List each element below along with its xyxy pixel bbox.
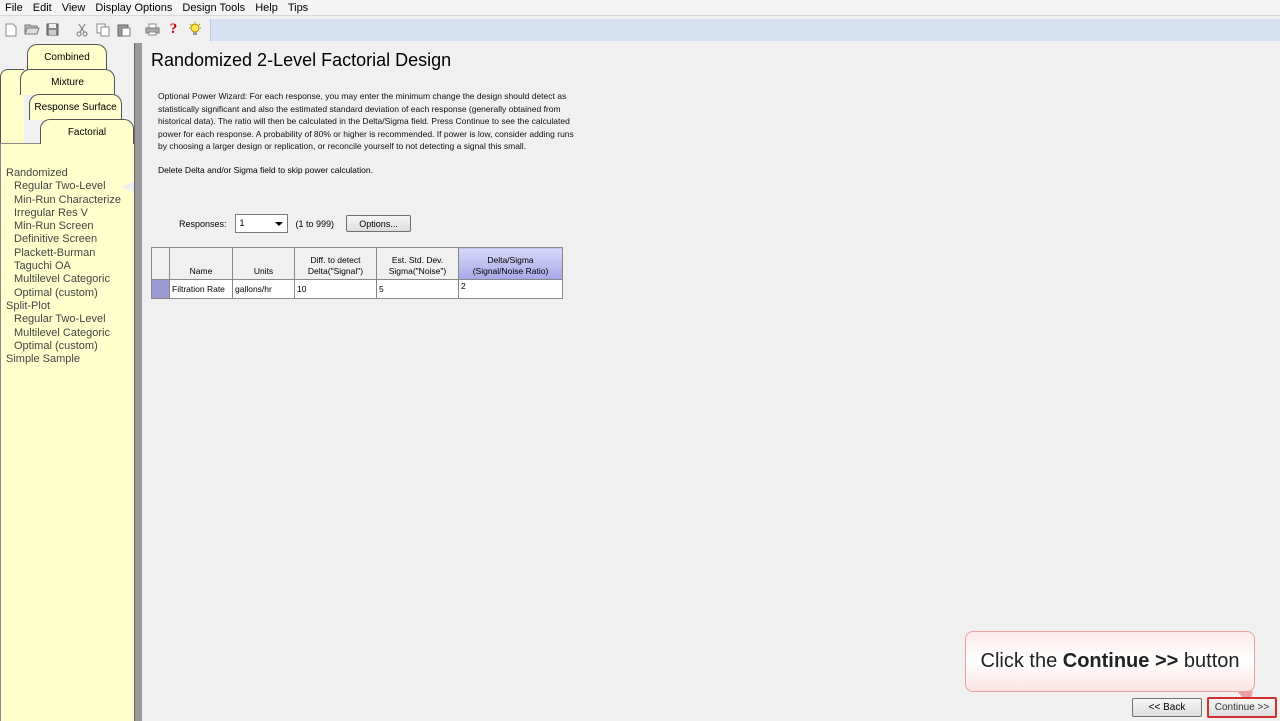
tab-mixture[interactable]: Mixture [20, 69, 115, 95]
page-title: Randomized 2-Level Factorial Design [151, 50, 452, 70]
list-item[interactable]: Regular Two-Level [6, 180, 134, 193]
menu-tips[interactable]: Tips [283, 1, 313, 15]
list-item[interactable]: Irregular Res V [6, 207, 134, 220]
tutorial-callout: Click the Continue >> button [965, 631, 1255, 692]
responses-value: 1 [239, 218, 245, 228]
callout-bold: Continue >> [1062, 650, 1179, 672]
list-item[interactable]: Optimal (custom) [6, 287, 134, 300]
list-item[interactable]: Min-Run Screen [6, 220, 134, 233]
options-button[interactable]: Options... [346, 215, 412, 232]
menu-view[interactable]: View [57, 1, 91, 15]
design-type-panel: Combined Mixture Response Surface Factor… [0, 43, 142, 721]
save-icon[interactable] [42, 19, 63, 41]
back-button[interactable]: << Back [1132, 698, 1202, 717]
copy-icon[interactable] [92, 19, 113, 41]
power-wizard-intro: Optional Power Wizard: For each response… [158, 91, 574, 151]
menu-display-options[interactable]: Display Options [90, 1, 177, 15]
responses-range: (1 to 999) [295, 218, 335, 229]
menu-edit[interactable]: Edit [28, 1, 57, 15]
list-item[interactable]: Split-Plot [6, 300, 134, 313]
main-content: Randomized 2-Level Factorial Design Opti… [150, 43, 1280, 721]
selection-pointer [122, 181, 134, 193]
paste-icon[interactable] [113, 19, 134, 41]
cell-delta[interactable]: 10 [294, 279, 377, 299]
table-row: Filtration Rate gallons/hr 10 5 2 [151, 279, 563, 299]
list-item[interactable]: Randomized [6, 167, 134, 180]
responses-select[interactable]: 1 [234, 214, 288, 233]
responses-label: Responses: [179, 218, 227, 229]
cell-units[interactable]: gallons/hr [232, 279, 295, 299]
cut-icon[interactable] [71, 19, 92, 41]
responses-grid: Name Units Diff. to detect Delta("Signal"… [151, 247, 563, 299]
tip-bulb-icon[interactable] [184, 19, 205, 41]
header-delta: Diff. to detect Delta("Signal") [294, 247, 377, 280]
header-units: Units [232, 247, 295, 280]
list-item[interactable]: Multilevel Categoric [6, 327, 134, 340]
callout-prefix: Click the [980, 650, 1063, 672]
row-selector[interactable] [151, 279, 170, 299]
continue-button[interactable]: Continue >> [1207, 697, 1277, 718]
header-ratio: Delta/Sigma (Signal/Noise Ratio) [458, 247, 563, 280]
new-file-icon[interactable] [0, 19, 21, 41]
list-item[interactable]: Optimal (custom) [6, 340, 134, 353]
design-list: Randomized Regular Two-Level Min-Run Chara… [6, 167, 134, 366]
help-icon[interactable]: ? [163, 19, 184, 41]
list-item[interactable]: Definitive Screen [6, 233, 134, 246]
print-icon[interactable] [142, 19, 163, 41]
cell-name[interactable]: Filtration Rate [169, 279, 233, 299]
header-name: Name [169, 247, 233, 280]
tab-response-surface[interactable]: Response Surface [29, 94, 122, 120]
list-item[interactable]: Min-Run Characterize [6, 194, 134, 207]
menu-help[interactable]: Help [250, 1, 283, 15]
list-item[interactable]: Simple Sample [6, 353, 134, 366]
list-item[interactable]: Regular Two-Level [6, 313, 134, 326]
responses-row: Responses: 1 (1 to 999) Options... [179, 214, 412, 233]
callout-suffix: button [1178, 650, 1240, 672]
menu-bar: File Edit View Display Options Design To… [0, 0, 1280, 16]
tab-factorial[interactable]: Factorial [40, 119, 134, 144]
cell-ratio: 2 [458, 279, 563, 299]
grid-corner [151, 247, 170, 280]
skip-note: Delete Delta and/or Sigma field to skip … [158, 165, 373, 175]
tab-combined[interactable]: Combined [27, 44, 107, 70]
header-sigma: Est. Std. Dev. Sigma("Noise") [376, 247, 459, 280]
list-item[interactable]: Plackett-Burman [6, 247, 134, 260]
cell-sigma[interactable]: 5 [376, 279, 459, 299]
open-folder-icon[interactable] [21, 19, 42, 41]
list-item[interactable]: Taguchi OA [6, 260, 134, 273]
list-item[interactable]: Multilevel Categoric [6, 273, 134, 286]
panel-splitter[interactable] [134, 43, 142, 721]
menu-design-tools[interactable]: Design Tools [177, 1, 250, 15]
menu-file[interactable]: File [0, 1, 28, 15]
toolbar-strip [210, 19, 1280, 41]
chevron-down-icon [274, 222, 283, 226]
